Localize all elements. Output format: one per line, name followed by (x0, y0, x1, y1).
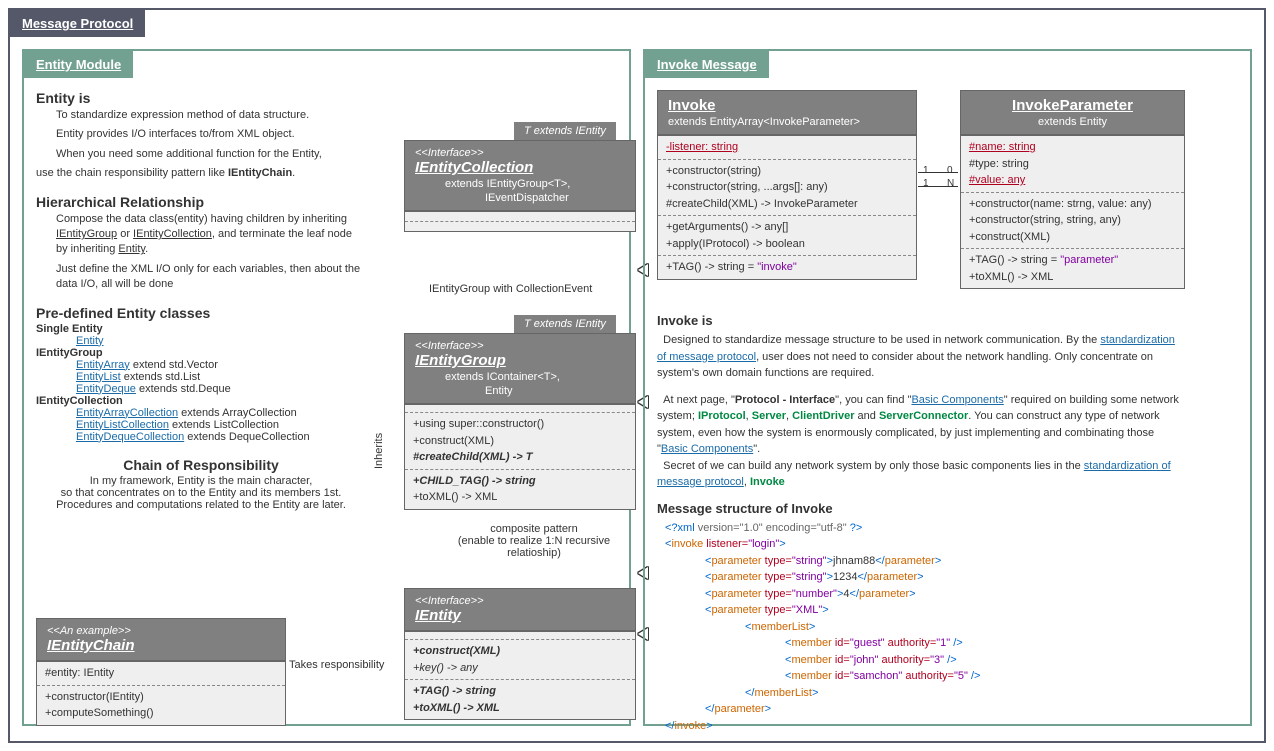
ientitychain-class: <<An example>> IEntityChain #entity: IEn… (36, 618, 286, 726)
entity-is-desc4: use the chain responsibility pattern lik… (36, 166, 366, 181)
link-entitydeque[interactable]: EntityDeque (76, 383, 136, 395)
takes-resp-label: Takes responsibility (289, 659, 384, 671)
collection-event-label: IEntityGroup with CollectionEvent (429, 283, 592, 295)
invoke-is-heading: Invoke is (657, 313, 1187, 328)
invoke-module-container: Invoke Message Invoke extends EntityArra… (643, 49, 1252, 726)
inherits-label: Inherits (373, 433, 385, 469)
predef-coll: IEntityCollection (36, 395, 366, 407)
extends-tag-1: T extends IEntity (514, 122, 616, 140)
link-entityarray[interactable]: EntityArray (76, 359, 130, 371)
xml-example: <?xml version="1.0" encoding="utf-8" ?> … (665, 520, 1187, 735)
chain-desc1: In my framework, Entity is the main char… (36, 475, 366, 487)
assoc-line (918, 186, 958, 187)
cardinality: 1 (923, 165, 929, 176)
chain-desc2: so that concentrates on to the Entity an… (36, 487, 366, 499)
chain-desc3: Procedures and computations related to t… (36, 499, 366, 511)
entity-is-desc2: Entity provides I/O interfaces to/from X… (56, 127, 366, 142)
message-protocol-tab: Message Protocol (10, 10, 145, 37)
ientitygroup-class: <<Interface>> IEntityGroup extends ICont… (404, 333, 636, 510)
chain-heading: Chain of Responsibility (36, 457, 366, 473)
cardinality: 1 (923, 178, 929, 189)
extends-tag-2: T extends IEntity (514, 315, 616, 333)
composite-label: composite pattern (enable to realize 1:N… (454, 523, 614, 559)
predef-heading: Pre-defined Entity classes (36, 305, 366, 321)
link-eac[interactable]: EntityArrayCollection (76, 407, 178, 419)
invoke-is-p3: Secret of we can build any network syste… (657, 458, 1187, 491)
link-elc[interactable]: EntityListCollection (76, 419, 169, 431)
hier-desc1: Compose the data class(entity) having ch… (56, 212, 366, 258)
invokeparameter-class: InvokeParameter extends Entity #name: st… (960, 90, 1185, 289)
assoc-line (918, 172, 958, 173)
ientity-class: <<Interface>> IEntity +construct(XML) +k… (404, 588, 636, 720)
link-entitylist[interactable]: EntityList (76, 371, 121, 383)
entity-is-heading: Entity is (36, 90, 366, 106)
link-entity[interactable]: Entity (76, 335, 104, 347)
invoke-class: Invoke extends EntityArray<InvokeParamet… (657, 90, 917, 280)
invoke-is-p2: At next page, "Protocol - Interface", yo… (657, 392, 1187, 458)
link-edc[interactable]: EntityDequeCollection (76, 431, 184, 443)
cardinality: N (947, 178, 954, 189)
hier-desc2: Just define the XML I/O only for each va… (56, 262, 366, 293)
entity-is-desc1: To standardize expression method of data… (56, 108, 366, 123)
ientitycollection-class: <<Interface>> IEntityCollection extends … (404, 140, 636, 232)
invoke-module-tab: Invoke Message (645, 51, 769, 78)
entity-module-tab: Entity Module (24, 51, 133, 78)
msg-struct-heading: Message structure of Invoke (657, 501, 1187, 516)
hier-heading: Hierarchical Relationship (36, 194, 366, 210)
predef-single: Single Entity (36, 323, 366, 335)
cardinality: 0 (947, 165, 953, 176)
entity-is-desc3: When you need some additional function f… (56, 147, 366, 162)
invoke-is-p1: Designed to standardize message structur… (657, 332, 1187, 382)
predef-group: IEntityGroup (36, 347, 366, 359)
message-protocol-container: Message Protocol Entity Module Entity is… (8, 8, 1266, 743)
entity-module-container: Entity Module Entity is To standardize e… (22, 49, 631, 726)
